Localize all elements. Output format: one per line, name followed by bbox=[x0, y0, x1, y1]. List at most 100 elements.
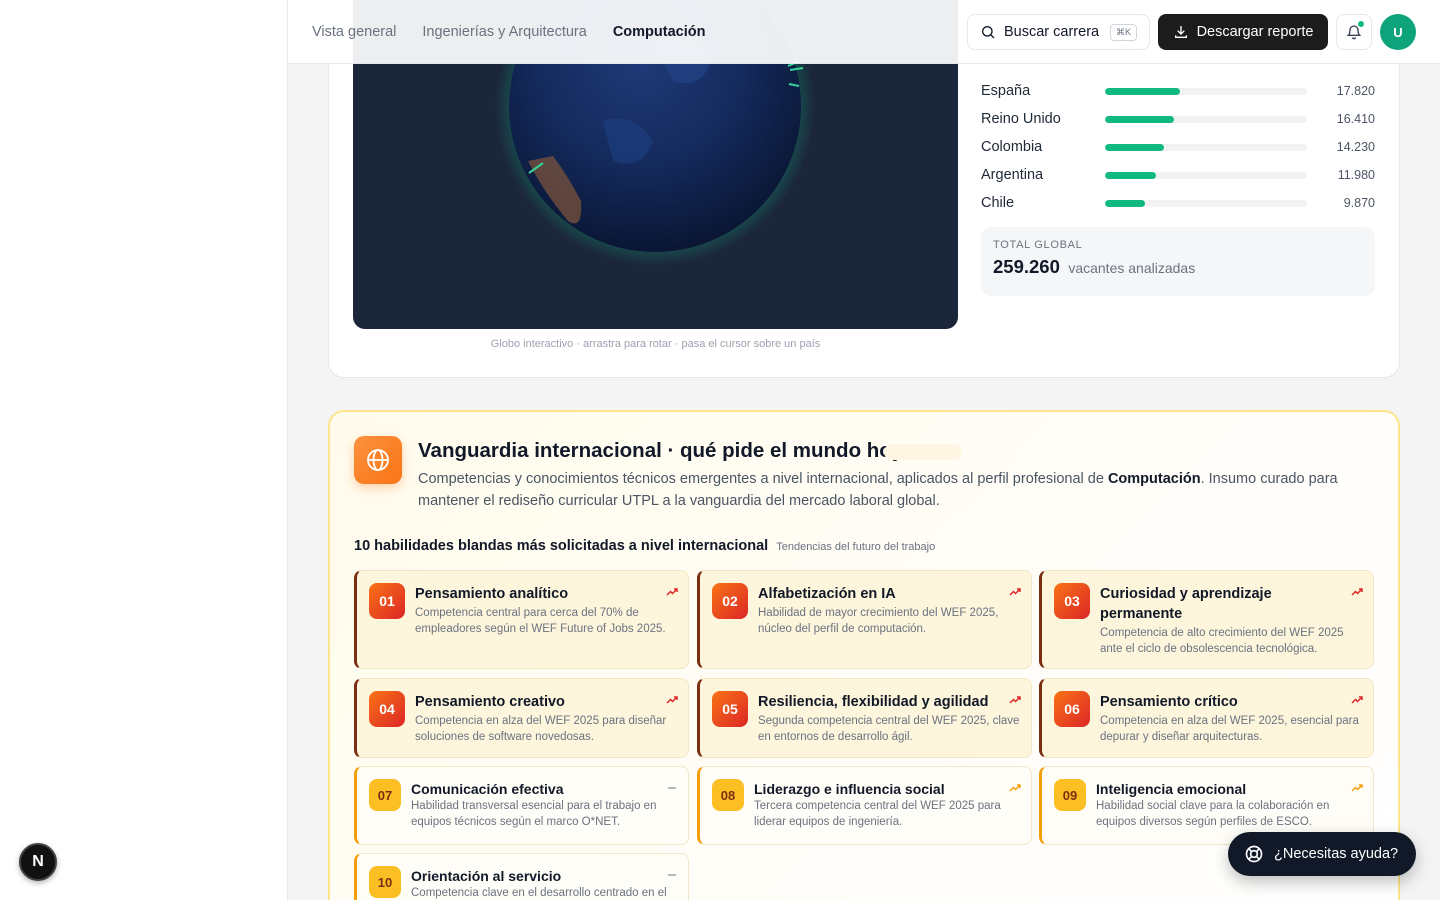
country-value: 16.410 bbox=[1336, 112, 1375, 126]
skill-title: Comunicación efectiva bbox=[411, 781, 564, 797]
minus-icon bbox=[668, 787, 676, 789]
skill-card[interactable]: 05 Resiliencia, flexibilidad y agilidad Se… bbox=[697, 678, 1032, 758]
skill-description: Habilidad social clave para la colaborac… bbox=[1096, 800, 1330, 828]
tab-computacion[interactable]: Computación bbox=[613, 24, 706, 40]
skill-description: Tercera competencia central del WEF 2025… bbox=[754, 800, 1001, 828]
trending-up-icon bbox=[1009, 588, 1021, 596]
country-row[interactable]: Chile 9.870 bbox=[981, 189, 1375, 217]
skill-number: 04 bbox=[369, 691, 405, 727]
trending-up-icon bbox=[1351, 696, 1363, 704]
country-bar-fill bbox=[1105, 199, 1146, 207]
country-bar bbox=[1105, 199, 1307, 207]
country-name: Chile bbox=[981, 195, 1015, 211]
trending-up-icon bbox=[1009, 696, 1021, 704]
skill-title: Resiliencia, flexibilidad y agilidad bbox=[758, 694, 989, 710]
skill-card[interactable]: 06 Pensamiento crítico Competencia en alza… bbox=[1039, 678, 1374, 758]
skill-description: Habilidad de mayor crecimiento del WEF 2… bbox=[758, 607, 999, 635]
country-name: Reino Unido bbox=[981, 111, 1061, 127]
skill-title: Pensamiento analítico bbox=[415, 586, 569, 602]
country-bar bbox=[1105, 115, 1307, 123]
skill-description: Competencia central para cerca del 70% d… bbox=[415, 607, 666, 635]
total-value: 259.260 bbox=[993, 256, 1060, 277]
top-header: Vista general Ingenierías y Arquitectura… bbox=[288, 0, 1440, 64]
sidebar: N bbox=[0, 0, 288, 900]
skill-description: Habilidad transversal esencial para el t… bbox=[411, 800, 657, 828]
skill-number: 05 bbox=[712, 691, 748, 727]
user-avatar[interactable]: U bbox=[1380, 14, 1416, 50]
search-label: Buscar carrera bbox=[1004, 24, 1100, 40]
country-row[interactable]: Argentina 11.980 bbox=[981, 161, 1375, 189]
vanguard-title: Vanguardia internacional · qué pide el m… bbox=[418, 439, 904, 462]
skill-title: Pensamiento crítico bbox=[1100, 694, 1238, 710]
tab-vista-general[interactable]: Vista general bbox=[312, 24, 396, 40]
country-value: 14.230 bbox=[1336, 140, 1375, 154]
skills-section-header: 10 habilidades blandas más solicitadas a… bbox=[354, 538, 935, 554]
skill-card[interactable]: 02 Alfabetización en IA Habilidad de mayor… bbox=[697, 570, 1032, 669]
skill-card[interactable]: 01 Pensamiento analítico Competencia centr… bbox=[354, 570, 689, 669]
skill-number: 01 bbox=[369, 583, 405, 619]
country-name: España bbox=[981, 83, 1031, 99]
skill-number: 08 bbox=[712, 779, 744, 811]
skill-number: 09 bbox=[1054, 779, 1086, 811]
total-global-box: TOTAL GLOBAL 259.260 vacantes analizadas bbox=[981, 227, 1375, 296]
country-row[interactable]: España 17.820 bbox=[981, 77, 1375, 105]
skill-title: Curiosidad y aprendizaje permanente bbox=[1100, 586, 1272, 622]
skill-title: Liderazgo e influencia social bbox=[754, 781, 945, 797]
notifications-button[interactable] bbox=[1336, 14, 1372, 50]
trending-up-icon bbox=[666, 696, 678, 704]
country-bar bbox=[1105, 87, 1307, 95]
minus-icon bbox=[668, 874, 676, 876]
country-row[interactable]: Reino Unido 16.410 bbox=[981, 105, 1375, 133]
skill-card[interactable]: 10 Orientación al servicio Competencia cla… bbox=[354, 853, 689, 900]
trending-up-icon bbox=[1351, 588, 1363, 596]
skill-card[interactable]: 08 Liderazgo e influencia social Tercera c… bbox=[697, 766, 1032, 845]
help-label: ¿Necesitas ayuda? bbox=[1274, 846, 1399, 862]
globe-caption: Globo interactivo · arrastra para rotar … bbox=[490, 338, 821, 350]
skill-number: 10 bbox=[369, 866, 401, 898]
country-name: Colombia bbox=[981, 139, 1043, 155]
country-row[interactable]: Colombia 14.230 bbox=[981, 133, 1375, 161]
skill-card[interactable]: 03 Curiosidad y aprendizaje permanente Com… bbox=[1039, 570, 1374, 669]
lifebuoy-icon bbox=[1245, 845, 1263, 863]
skill-number: 06 bbox=[1054, 691, 1090, 727]
download-label: Descargar reporte bbox=[1196, 24, 1314, 40]
total-unit: vacantes analizadas bbox=[1068, 260, 1196, 276]
trending-up-icon bbox=[1009, 784, 1021, 792]
main-content: Globo interactivo · arrastra para rotar … bbox=[288, 0, 1440, 900]
country-value: 9.870 bbox=[1343, 196, 1375, 210]
country-bar bbox=[1105, 143, 1307, 151]
country-list: España 17.820 Reino Unido 16.410 Colombia 14.… bbox=[981, 77, 1375, 217]
vanguard-description: Competencias y conocimientos técnicos em… bbox=[418, 471, 1338, 509]
search-button[interactable]: Buscar carrera ⌘K bbox=[967, 14, 1150, 50]
trending-up-icon bbox=[666, 588, 678, 596]
download-icon bbox=[1174, 26, 1187, 38]
skill-card[interactable]: 07 Comunicación efectiva Habilidad transve… bbox=[354, 766, 689, 845]
search-shortcut: ⌘K bbox=[1109, 23, 1137, 41]
country-bar-fill bbox=[1105, 143, 1164, 151]
skill-description: Competencia de alto crecimiento del WEF … bbox=[1100, 627, 1344, 655]
help-button[interactable]: ¿Necesitas ayuda? bbox=[1228, 832, 1416, 876]
download-report-button[interactable]: Descargar reporte bbox=[1158, 14, 1328, 50]
skill-description: Competencia en alza del WEF 2025 para di… bbox=[415, 715, 667, 743]
skill-card[interactable]: 04 Pensamiento creativo Competencia en alz… bbox=[354, 678, 689, 758]
skill-description: Competencia en alza del WEF 2025, esenci… bbox=[1100, 715, 1359, 743]
tab-ingenierias-arquitectura[interactable]: Ingenierías y Arquitectura bbox=[422, 24, 586, 40]
notification-dot bbox=[1357, 20, 1365, 28]
skill-description: Competencia clave en el desarrollo centr… bbox=[411, 887, 667, 899]
country-bar-fill bbox=[1105, 171, 1156, 179]
skill-title: Pensamiento creativo bbox=[415, 694, 565, 710]
career-name: Computación bbox=[1107, 471, 1201, 487]
nav-tabs: Vista general Ingenierías y Arquitectura… bbox=[312, 0, 705, 64]
country-value: 11.980 bbox=[1337, 168, 1375, 182]
country-bar-fill bbox=[1105, 115, 1174, 123]
skill-title: Alfabetización en IA bbox=[758, 586, 896, 602]
trending-up-icon bbox=[1351, 784, 1363, 792]
skills-section-subtitle: Tendencias del futuro del trabajo bbox=[776, 541, 936, 553]
skill-number: 03 bbox=[1054, 583, 1090, 619]
nextjs-dev-badge[interactable]: N bbox=[19, 843, 57, 881]
skill-title: Orientación al servicio bbox=[411, 868, 562, 884]
total-label: TOTAL GLOBAL bbox=[993, 239, 1083, 251]
search-icon bbox=[982, 26, 995, 39]
globe-icon bbox=[354, 436, 402, 484]
country-bar bbox=[1105, 171, 1307, 179]
